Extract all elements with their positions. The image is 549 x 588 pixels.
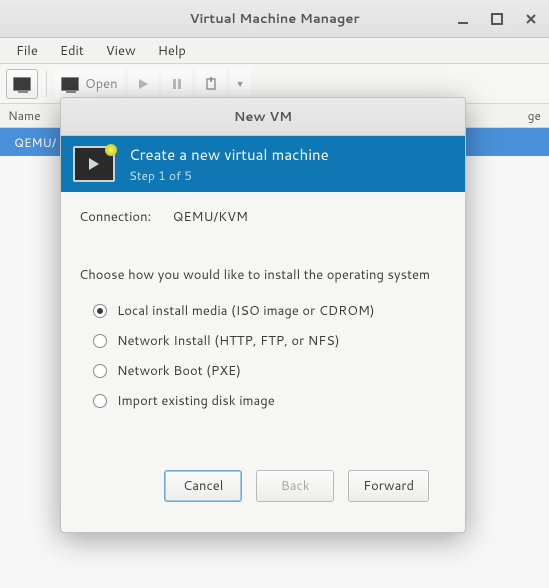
cancel-button[interactable]: Cancel: [164, 470, 242, 502]
shutdown-button[interactable]: [196, 69, 226, 99]
forward-button[interactable]: Forward: [348, 470, 429, 502]
menu-file[interactable]: File: [6, 39, 48, 63]
hero-title: Create a new virtual machine: [129, 144, 329, 165]
connection-value: QEMU/KVM: [173, 208, 248, 226]
open-button[interactable]: Open: [55, 69, 124, 99]
minimize-button[interactable]: [451, 7, 475, 31]
radio-label: Network Boot (PXE): [117, 362, 241, 380]
column-name[interactable]: Name: [8, 107, 41, 124]
column-usage[interactable]: ge: [528, 107, 541, 124]
install-prompt: Choose how you would like to install the…: [79, 266, 447, 284]
hero-text: Create a new virtual machine Step 1 of 5: [129, 144, 329, 184]
radio-icon: [93, 304, 107, 318]
shutdown-menu-button[interactable]: ▼: [230, 69, 251, 99]
dialog-title: New VM: [61, 98, 465, 136]
radio-network-boot[interactable]: Network Boot (PXE): [93, 356, 447, 386]
connection-row-display: Connection: QEMU/KVM: [79, 208, 447, 226]
button-label: Back: [281, 477, 310, 495]
button-label: Cancel: [183, 477, 223, 495]
menubar: File Edit View Help: [0, 38, 549, 64]
titlebar: Virtual Machine Manager: [0, 0, 549, 38]
new-vm-button[interactable]: [6, 69, 38, 99]
radio-label: Network Install (HTTP, FTP, or NFS): [117, 332, 340, 350]
play-icon: [89, 158, 99, 170]
dialog-body: Connection: QEMU/KVM Choose how you woul…: [61, 192, 465, 532]
radio-network-install[interactable]: Network Install (HTTP, FTP, or NFS): [93, 326, 447, 356]
dialog-hero: Create a new virtual machine Step 1 of 5: [61, 136, 465, 192]
menu-help[interactable]: Help: [148, 39, 196, 63]
dialog-actions: Cancel Back Forward: [79, 456, 447, 520]
menu-edit[interactable]: Edit: [50, 39, 94, 63]
radio-label: Local install media (ISO image or CDROM): [117, 302, 375, 320]
connection-row-label: QEMU/: [14, 134, 56, 151]
toolbar-separator: [46, 71, 47, 97]
chevron-down-icon: ▼: [236, 77, 245, 90]
run-button[interactable]: [128, 69, 158, 99]
titlebar-controls: [451, 7, 543, 31]
radio-import-disk[interactable]: Import existing disk image: [93, 386, 447, 416]
pause-button[interactable]: [162, 69, 192, 99]
open-button-label: Open: [85, 75, 118, 93]
radio-label: Import existing disk image: [117, 392, 275, 410]
vm-hero-icon: [73, 146, 115, 182]
radio-local-media[interactable]: Local install media (ISO image or CDROM): [93, 296, 447, 326]
monitor-icon: [13, 77, 31, 91]
close-button[interactable]: [519, 7, 543, 31]
radio-icon: [93, 334, 107, 348]
window-title: Virtual Machine Manager: [190, 10, 360, 28]
radio-icon: [93, 394, 107, 408]
hero-step: Step 1 of 5: [129, 167, 329, 184]
connection-label: Connection:: [79, 208, 169, 226]
install-method-group: Local install media (ISO image or CDROM)…: [79, 296, 447, 416]
menu-view[interactable]: View: [96, 39, 146, 63]
radio-icon: [93, 364, 107, 378]
maximize-button[interactable]: [485, 7, 509, 31]
back-button[interactable]: Back: [256, 470, 334, 502]
new-vm-dialog: New VM Create a new virtual machine Step…: [60, 97, 466, 533]
button-label: Forward: [363, 477, 414, 495]
monitor-icon: [61, 77, 79, 91]
